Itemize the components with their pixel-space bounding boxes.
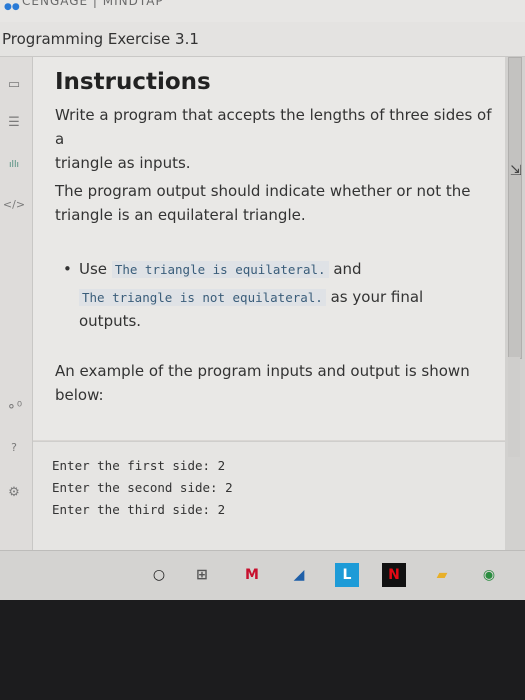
task-view-icon[interactable]: ⊞ [190, 563, 214, 587]
scrollbar-track [508, 357, 520, 457]
list-icon[interactable]: ☰ [0, 115, 28, 130]
book-icon[interactable]: ▭ [0, 77, 28, 92]
taskbar: ○ ⊞ M ◢ L N ▰ ◉ [0, 550, 525, 601]
text-fragment: and [333, 260, 362, 278]
brand-logo-icon: ●● [4, 2, 20, 12]
example-output-panel: Enter the first side: 2 Enter the second… [33, 441, 505, 551]
brand-name: CENGAGE | MINDTAP [22, 0, 164, 8]
wifi-app-icon[interactable]: ◢ [287, 563, 311, 587]
netflix-icon[interactable]: N [382, 563, 406, 587]
top-strip: ●● CENGAGE | MINDTAP [0, 0, 525, 22]
title-bar: Programming Exercise 3.1 [0, 22, 525, 57]
example-line: Enter the third side: 2 [52, 502, 226, 517]
chart-icon[interactable]: ıllı [0, 160, 28, 170]
instructions-paragraph-1: Write a program that accepts the lengths… [55, 103, 505, 175]
settings-icon[interactable]: ⚙ [0, 485, 28, 500]
code-icon[interactable]: </> [0, 198, 28, 211]
example-line: Enter the second side: 2 [52, 480, 233, 495]
text-line: The program output should indicate wheth… [55, 182, 471, 200]
bullet-line-1: Use The triangle is equilateral. and [79, 255, 362, 284]
page-title: Programming Exercise 3.1 [2, 30, 199, 48]
code-output-not-equilateral: The triangle is not equilateral. [79, 289, 326, 306]
start-circle-icon[interactable]: ○ [147, 563, 171, 587]
instructions-paragraph-3: An example of the program inputs and out… [55, 359, 470, 407]
bullet-dot: • [63, 260, 72, 278]
sidebar: ▭ ☰ ıllı </> ⚬⁰ ? ⚙ [0, 57, 33, 550]
monitor-bezel [0, 600, 525, 700]
text-fragment: as your final [330, 288, 424, 306]
help-icon[interactable]: ? [0, 441, 28, 454]
text-line: triangle is an equilateral triangle. [55, 206, 306, 224]
l-app-icon[interactable]: L [335, 563, 359, 587]
text-line: An example of the program inputs and out… [55, 362, 470, 380]
instructions-heading: Instructions [55, 69, 211, 95]
scrollbar[interactable] [505, 57, 525, 550]
text-line: triangle as inputs. [55, 154, 191, 172]
scrollbar-thumb[interactable] [508, 57, 522, 359]
bullet-line-3: outputs. [79, 312, 142, 330]
text-fragment: Use [79, 260, 108, 278]
instructions-panel: Instructions Write a program that accept… [33, 57, 505, 440]
example-line: Enter the first side: 2 [52, 458, 226, 473]
mcafee-icon[interactable]: M [240, 563, 264, 587]
instructions-paragraph-2: The program output should indicate wheth… [55, 179, 470, 227]
code-output-equilateral: The triangle is equilateral. [111, 261, 329, 278]
file-explorer-icon[interactable]: ▰ [430, 563, 454, 587]
text-line: Write a program that accepts the lengths… [55, 106, 492, 148]
mouse-cursor-icon: ⇲ [510, 163, 522, 179]
text-line: below: [55, 386, 104, 404]
chrome-icon[interactable]: ◉ [477, 563, 501, 587]
share-icon[interactable]: ⚬⁰ [0, 400, 28, 415]
